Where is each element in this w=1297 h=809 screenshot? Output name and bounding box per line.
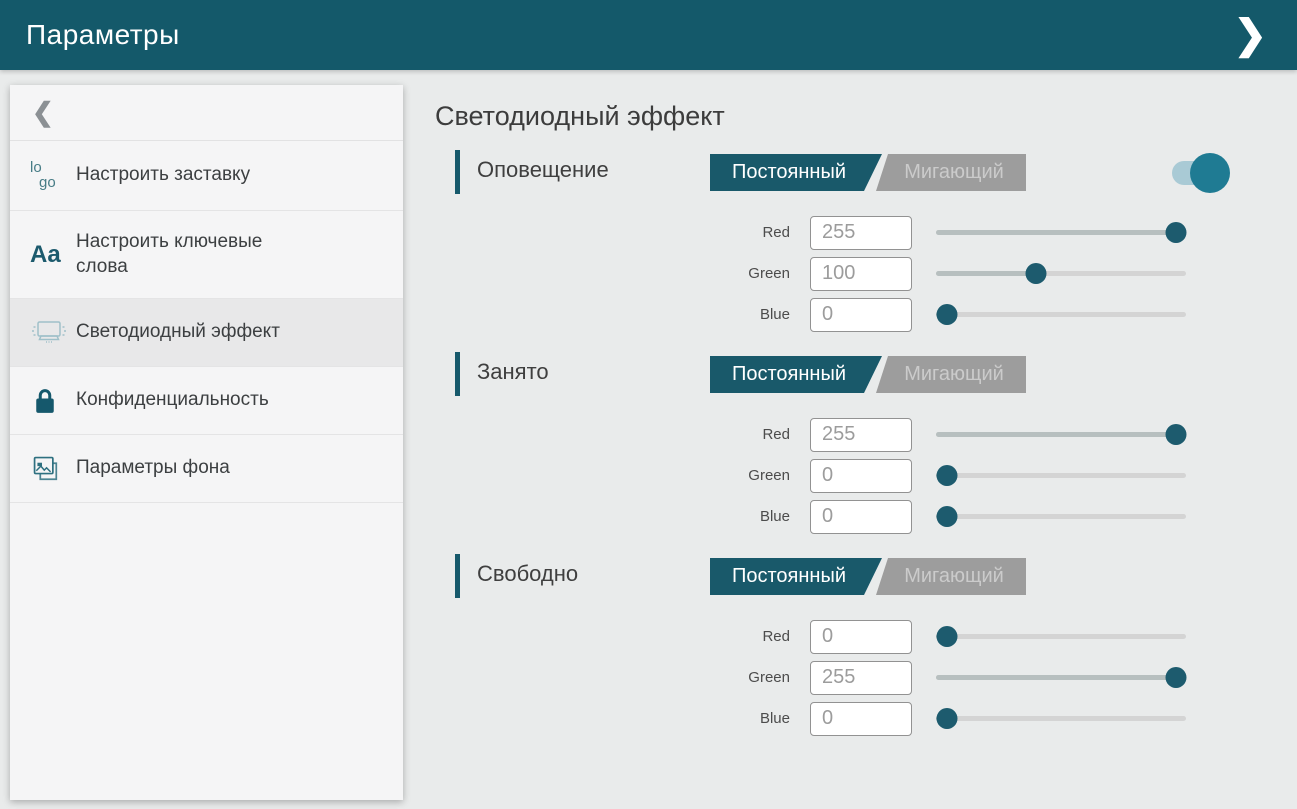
sidebar-item-label: Конфиденциальность: [76, 388, 269, 413]
section-label: Занято: [477, 359, 549, 385]
slider-thumb[interactable]: [936, 626, 957, 647]
slider-track: [936, 473, 1186, 478]
channel-row-blue: Blue: [455, 499, 1215, 534]
channel-row-green: Green: [455, 458, 1215, 493]
slider-track: [936, 312, 1186, 317]
channel-label: Red: [455, 426, 810, 443]
slider-thumb[interactable]: [936, 506, 957, 527]
section-accent-bar: [455, 554, 460, 598]
slider-thumb[interactable]: [936, 465, 957, 486]
slider-thumb[interactable]: [1026, 263, 1047, 284]
sidebar-item-keywords[interactable]: Aa Настроить ключевые слова: [10, 211, 403, 299]
sidebar-item-label: Параметры фона: [76, 456, 230, 481]
slider-fill: [936, 675, 1176, 680]
channel-row-red: Red: [455, 417, 1215, 452]
slider-fill: [936, 271, 1036, 276]
mode-blinking-button[interactable]: Мигающий: [870, 558, 1026, 595]
channel-label: Blue: [455, 710, 810, 727]
section-notification: Оповещение Постоянный Мигающий Red Green: [455, 148, 1245, 334]
green-value-input[interactable]: [810, 257, 912, 291]
channel-label: Green: [455, 265, 810, 282]
mode-toggle: Постоянный Мигающий: [710, 356, 1026, 393]
red-value-input[interactable]: [810, 620, 912, 654]
page-title: Параметры: [26, 19, 180, 51]
section-label: Свободно: [477, 561, 578, 587]
blue-value-input[interactable]: [810, 702, 912, 736]
led-display-icon: [30, 318, 76, 348]
keywords-icon: Aa: [30, 241, 76, 269]
lock-icon: [30, 386, 76, 416]
power-switch-toggle[interactable]: [1172, 161, 1218, 185]
section-free: Свободно Постоянный Мигающий Red Green B…: [455, 552, 1245, 738]
slider-track: [936, 634, 1186, 639]
sidebar-item-label: Настроить ключевые слова: [76, 230, 311, 279]
blue-value-input[interactable]: [810, 500, 912, 534]
channel-label: Blue: [455, 508, 810, 525]
mode-blinking-button[interactable]: Мигающий: [870, 356, 1026, 393]
slider-thumb[interactable]: [1165, 222, 1186, 243]
red-slider[interactable]: [936, 619, 1186, 654]
blue-slider[interactable]: [936, 297, 1186, 332]
red-value-input[interactable]: [810, 418, 912, 452]
sidebar-item-label: Настроить заставку: [76, 163, 250, 188]
channel-row-green: Green: [455, 660, 1215, 695]
red-slider[interactable]: [936, 215, 1186, 250]
green-slider[interactable]: [936, 256, 1186, 291]
section-busy: Занято Постоянный Мигающий Red Green Blu…: [455, 350, 1245, 536]
sidebar-item-label: Светодиодный эффект: [76, 320, 280, 345]
channel-label: Blue: [455, 306, 810, 323]
sidebar-item-background[interactable]: Параметры фона: [10, 435, 403, 503]
blue-slider[interactable]: [936, 499, 1186, 534]
slider-track: [936, 716, 1186, 721]
sidebar-back-button[interactable]: ❮: [10, 85, 403, 141]
channel-row-red: Red: [455, 215, 1215, 250]
blue-slider[interactable]: [936, 701, 1186, 736]
channel-row-blue: Blue: [455, 701, 1215, 736]
blue-value-input[interactable]: [810, 298, 912, 332]
back-chevron-icon: ❮: [32, 97, 54, 128]
settings-sidebar: ❮ lo go Настроить заставку Aa Настроить …: [10, 85, 403, 800]
forward-chevron-icon[interactable]: ❯: [1229, 0, 1271, 70]
logo-placeholder-icon: lo go: [30, 161, 76, 190]
channel-label: Green: [455, 467, 810, 484]
background-images-icon: [30, 453, 76, 485]
slider-fill: [936, 230, 1176, 235]
sidebar-item-screensaver[interactable]: lo go Настроить заставку: [10, 141, 403, 211]
section-accent-bar: [455, 150, 460, 194]
channel-label: Green: [455, 669, 810, 686]
green-slider[interactable]: [936, 660, 1186, 695]
red-slider[interactable]: [936, 417, 1186, 452]
slider-fill: [936, 432, 1176, 437]
slider-track: [936, 514, 1186, 519]
mode-toggle: Постоянный Мигающий: [710, 558, 1026, 595]
switch-thumb: [1190, 153, 1230, 193]
red-value-input[interactable]: [810, 216, 912, 250]
mode-constant-button[interactable]: Постоянный: [710, 154, 882, 191]
mode-constant-button[interactable]: Постоянный: [710, 558, 882, 595]
slider-thumb[interactable]: [936, 304, 957, 325]
channel-label: Red: [455, 628, 810, 645]
mode-blinking-button[interactable]: Мигающий: [870, 154, 1026, 191]
section-label: Оповещение: [477, 157, 609, 183]
sidebar-item-privacy[interactable]: Конфиденциальность: [10, 367, 403, 435]
content-title: Светодиодный эффект: [435, 101, 725, 132]
green-value-input[interactable]: [810, 661, 912, 695]
slider-thumb[interactable]: [1165, 424, 1186, 445]
slider-thumb[interactable]: [936, 708, 957, 729]
slider-thumb[interactable]: [1165, 667, 1186, 688]
mode-constant-button[interactable]: Постоянный: [710, 356, 882, 393]
green-value-input[interactable]: [810, 459, 912, 493]
channel-row-red: Red: [455, 619, 1215, 654]
app-bar: Параметры ❯: [0, 0, 1297, 70]
sidebar-item-led-effect[interactable]: Светодиодный эффект: [10, 299, 403, 367]
channel-row-green: Green: [455, 256, 1215, 291]
channel-row-blue: Blue: [455, 297, 1215, 332]
channel-label: Red: [455, 224, 810, 241]
section-accent-bar: [455, 352, 460, 396]
green-slider[interactable]: [936, 458, 1186, 493]
mode-toggle: Постоянный Мигающий: [710, 154, 1026, 191]
